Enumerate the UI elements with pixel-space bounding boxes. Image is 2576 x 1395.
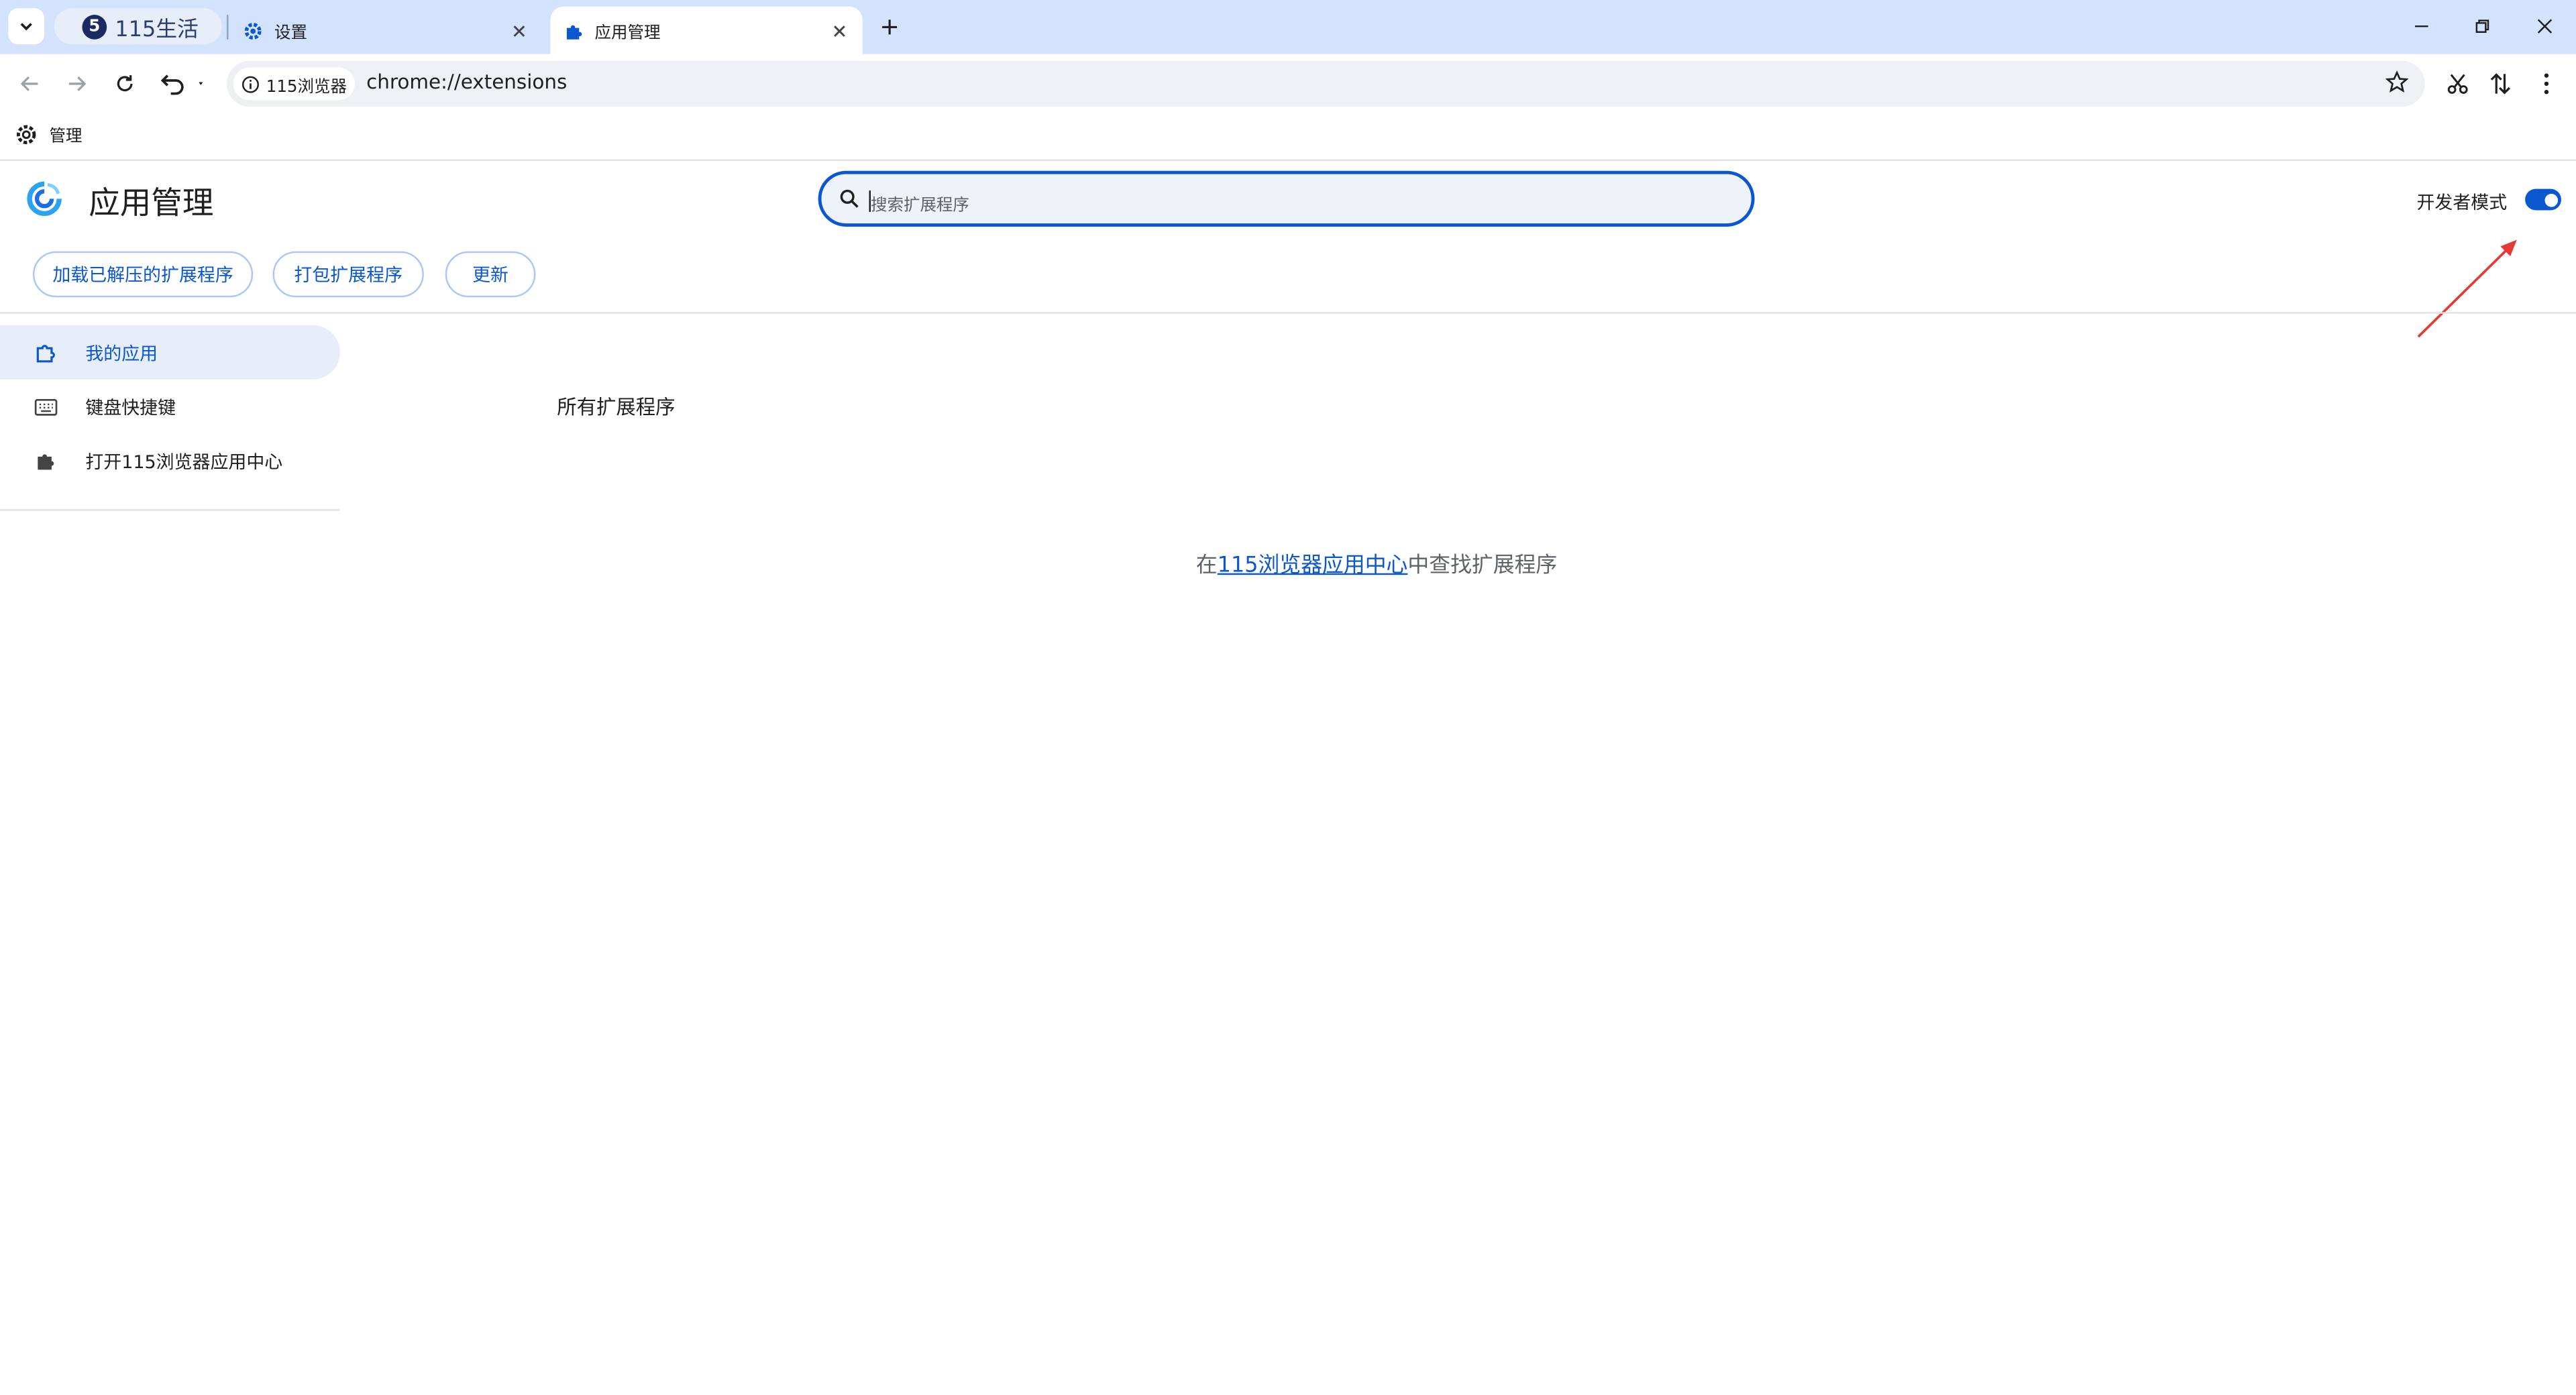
tab-search-button[interactable] <box>8 8 45 45</box>
tab-strip: 5 115生活 设置 应用管理 <box>0 0 2576 54</box>
chevron-down-icon <box>20 23 32 31</box>
close-window-button[interactable] <box>2532 13 2558 40</box>
tab-extensions[interactable]: 应用管理 <box>550 6 863 54</box>
browser-window: 5 115生活 设置 应用管理 115浏览器 chrome://extensio… <box>0 0 2576 1395</box>
transfer-arrows-icon <box>2490 73 2510 95</box>
bookmarks-bar: 管理 <box>0 113 2576 162</box>
new-tab-button[interactable] <box>875 13 902 40</box>
back-button[interactable] <box>15 69 44 99</box>
plus-icon <box>881 19 896 34</box>
undo-icon <box>160 74 203 95</box>
page-title: 应用管理 <box>89 185 214 222</box>
tab-separator <box>226 15 229 40</box>
forward-button[interactable] <box>62 69 92 99</box>
sidebar-divider <box>0 509 340 511</box>
empty-state-message: 在115浏览器应用中心中查找扩展程序 <box>1195 547 1558 579</box>
tab-settings[interactable]: 设置 <box>230 7 542 54</box>
tab-close-button[interactable] <box>506 17 532 44</box>
search-placeholder: 搜索扩展程序 <box>870 197 969 215</box>
cut-tool-button[interactable] <box>2443 69 2473 99</box>
pack-extension-button[interactable]: 打包扩展程序 <box>272 251 424 298</box>
115-browser-logo-icon <box>27 181 62 217</box>
close-icon <box>2537 19 2553 34</box>
header-divider <box>0 312 2576 314</box>
toolbar: 115浏览器 chrome://extensions <box>0 54 2576 113</box>
115-life-favicon-icon: 5 <box>82 13 107 39</box>
info-icon <box>241 75 259 93</box>
site-info-chip[interactable]: 115浏览器 <box>233 67 355 101</box>
bookmark-manage[interactable]: 管理 <box>15 121 82 146</box>
keyboard-icon <box>33 394 59 420</box>
arrow-right-icon <box>68 76 87 91</box>
sidebar-item-label: 我的应用 <box>85 342 158 364</box>
reload-button[interactable] <box>110 69 140 99</box>
transfer-button[interactable] <box>2485 69 2515 99</box>
toggle-knob <box>2544 192 2559 207</box>
update-button[interactable]: 更新 <box>445 251 536 298</box>
minimize-icon <box>2415 25 2428 27</box>
close-icon <box>834 24 845 36</box>
developer-mode-label: 开发者模式 <box>2416 192 2508 214</box>
section-heading: 所有扩展程序 <box>557 396 676 419</box>
minimize-button[interactable] <box>2408 13 2434 40</box>
sidebar-item-app-center[interactable]: 打开115浏览器应用中心 <box>0 434 340 488</box>
sidebar-item-label: 键盘快捷键 <box>85 396 176 418</box>
gear-icon <box>16 124 36 144</box>
search-input[interactable]: 搜索扩展程序 <box>818 170 1755 227</box>
search-icon <box>840 189 859 208</box>
scissors-icon <box>2447 74 2468 94</box>
tab-settings-title: 设置 <box>274 24 307 43</box>
extensions-icon <box>33 339 59 366</box>
restore-icon <box>2475 19 2489 33</box>
restore-button[interactable] <box>2469 13 2496 40</box>
sidebar-item-my-apps[interactable]: 我的应用 <box>0 325 340 380</box>
menu-button[interactable] <box>2532 69 2561 99</box>
more-vert-icon <box>2544 73 2549 95</box>
tab-extensions-title: 应用管理 <box>594 24 661 43</box>
tab-close-button[interactable] <box>826 17 853 44</box>
empty-suffix: 中查找扩展程序 <box>1407 553 1558 579</box>
sidebar-item-label: 打开115浏览器应用中心 <box>85 451 283 473</box>
puzzle-icon <box>33 447 59 473</box>
tab-group-115[interactable]: 5 115生活 <box>54 8 222 45</box>
url-text[interactable]: chrome://extensions <box>366 70 567 93</box>
bookmark-manage-label: 管理 <box>49 128 83 146</box>
developer-mode-toggle[interactable] <box>2525 188 2561 211</box>
load-unpacked-button[interactable]: 加载已解压的扩展程序 <box>32 251 254 298</box>
sidebar-item-shortcuts[interactable]: 键盘快捷键 <box>0 380 340 434</box>
tab-group-label: 115生活 <box>115 17 199 42</box>
close-icon <box>513 24 525 36</box>
app-center-link[interactable]: 115浏览器应用中心 <box>1218 553 1408 578</box>
puzzle-icon <box>566 24 582 39</box>
gear-icon <box>244 21 262 39</box>
undo-close-button[interactable] <box>158 69 207 99</box>
site-chip-label: 115浏览器 <box>266 78 347 97</box>
bookmark-star-icon[interactable] <box>2385 70 2409 93</box>
arrow-left-icon <box>20 76 38 91</box>
empty-prefix: 在 <box>1195 553 1218 579</box>
reload-icon <box>117 75 133 92</box>
address-bar[interactable]: 115浏览器 chrome://extensions <box>226 60 2425 107</box>
annotation-arrow <box>2417 239 2517 338</box>
